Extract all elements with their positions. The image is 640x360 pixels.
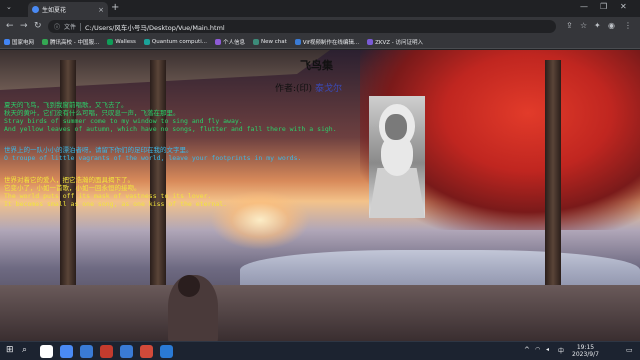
bookmark-favicon-icon: [252, 39, 259, 45]
author-name: 泰戈尔: [314, 84, 342, 94]
taskbar-app-icon[interactable]: [100, 345, 113, 358]
bookmark-item[interactable]: New chat: [252, 39, 287, 45]
poem-line: It becomes small as one song, as one kis…: [4, 200, 228, 208]
wooden-floor: [0, 285, 640, 341]
author-byline: 作者:(印) 泰戈尔: [275, 81, 342, 94]
extension-icon[interactable]: ✦: [594, 21, 601, 30]
bookmark-label: 国家电网: [12, 40, 35, 46]
bookmark-label: New chat: [260, 39, 287, 45]
start-icon[interactable]: ⊞: [6, 345, 14, 355]
bookmark-label: ZKVZ - 访问证明入: [375, 40, 424, 46]
taskbar-app-icon[interactable]: [160, 345, 173, 358]
taskbar-app-icon[interactable]: [60, 345, 73, 358]
bookmark-label: Walless: [115, 39, 136, 45]
profile-icon[interactable]: ◉: [608, 21, 615, 30]
bookmark-item[interactable]: 腾讯高校 - 中国服...: [42, 38, 99, 46]
bookmark-favicon-icon: [294, 39, 301, 45]
portrait-beard: [381, 136, 413, 176]
bookmark-label: Vif视频制作在线编辑...: [302, 40, 360, 46]
search-icon[interactable]: ⌕: [22, 345, 27, 355]
portrait-face: [385, 114, 407, 140]
maximize-icon[interactable]: ❐: [600, 2, 607, 11]
clock-time: 19:15: [576, 344, 595, 351]
bookmark-item[interactable]: Walless: [107, 39, 136, 45]
share-icon[interactable]: ⇪: [566, 21, 573, 30]
poem-line: O troupe of little vagrants of the world…: [4, 154, 302, 162]
bookmark-label: Quantum computi...: [151, 39, 207, 45]
taskbar-app-icon[interactable]: [120, 345, 133, 358]
poem-block: 夏天的飞鸟，飞到我窗前唱歌，又飞去了。 秋天的黄叶，它们没有什么可唱，只叹息一声…: [4, 101, 337, 133]
bookmark-label: 个人信息: [222, 40, 245, 46]
clock-date: 2023/9/7: [572, 351, 599, 358]
bookmark-item[interactable]: ZKVZ - 访问证明入: [367, 38, 423, 46]
bookmarks-bar: 国家电网 腾讯高校 - 中国服... Walless Quantum computi.…: [0, 36, 640, 49]
info-icon[interactable]: ⓘ: [54, 22, 60, 31]
address-bar[interactable]: ⓘ 文件 C:/Users/风车小号马/Desktop/Vue/Main.htm…: [48, 20, 556, 33]
bookmark-favicon-icon: [4, 39, 10, 45]
new-tab-button[interactable]: +: [111, 2, 119, 13]
poem-line: 世界对着它的爱人，把它浩瀚的面具揭下了。: [4, 176, 134, 184]
bookmark-item[interactable]: Vif视频制作在线编辑...: [294, 38, 360, 46]
poem-line: 它变小了，小如一首歌，小如一回永恒的接吻。: [4, 184, 141, 192]
volume-icon[interactable]: ◂: [546, 346, 549, 353]
poem-line: 夏天的飞鸟，飞到我窗前唱歌，又飞去了。: [4, 101, 128, 109]
bookmark-favicon-icon: [42, 39, 49, 45]
page-title: 飞鸟集: [300, 59, 333, 72]
reload-icon[interactable]: ↻: [34, 21, 42, 31]
taskbar-app-icon[interactable]: [140, 345, 153, 358]
url-text[interactable]: C:/Users/风车小号马/Desktop/Vue/Main.html: [85, 22, 225, 32]
tab-main[interactable]: 生如夏花 ×: [28, 2, 108, 17]
bookmark-favicon-icon: [107, 39, 114, 45]
author-prefix: 作者:(印): [275, 84, 313, 94]
tray-chevron-icon[interactable]: ^: [524, 346, 530, 354]
poem-line: The world puts off its mask of vastness …: [4, 192, 212, 200]
page-favicon-icon: [32, 6, 39, 13]
taskbar: ⊞ ⌕ ^ ◠ ◂ 中 19:15 2023/9/7 ▭: [0, 341, 640, 360]
taskbar-app-icon[interactable]: [80, 345, 93, 358]
toolbar: ← → ↻ ⓘ 文件 C:/Users/风车小号马/Desktop/Vue/Ma…: [0, 17, 640, 36]
notification-icon[interactable]: ▭: [626, 346, 633, 354]
star-icon[interactable]: ☆: [580, 21, 587, 30]
bookmark-item[interactable]: Quantum computi...: [143, 39, 207, 45]
address-divider: [80, 22, 82, 31]
poem-line: 世界上的一队小小的漂泊者呀，请留下你们的足印在我的文字里。: [4, 146, 193, 154]
tab-search-icon[interactable]: ⌄: [6, 3, 12, 11]
wifi-icon[interactable]: ◠: [535, 346, 540, 353]
poem-line: 秋天的黄叶，它们没有什么可唱，只叹息一声，飞落在那里。: [4, 109, 180, 117]
poem-block: 世界上的一队小小的漂泊者呀，请留下你们的足印在我的文字里。 O troupe o…: [4, 146, 301, 162]
input-language[interactable]: 中: [558, 346, 564, 355]
system-clock[interactable]: 19:15 2023/9/7: [572, 344, 599, 358]
poem-line: And yellow leaves of autumn, which have …: [4, 125, 337, 133]
tab-close-icon[interactable]: ×: [98, 6, 104, 14]
poem-block: 世界对着它的爱人，把它浩瀚的面具揭下了。 它变小了，小如一首歌，小如一回永恒的接…: [4, 176, 227, 208]
page-content: 飞鸟集 作者:(印) 泰戈尔 夏天的飞鸟，飞到我窗前唱歌，又飞去了。 秋天的黄叶…: [0, 50, 640, 341]
bookmark-favicon-icon: [367, 39, 374, 45]
tab-bar: ⌄ 生如夏花 × + — ❐ ✕: [0, 0, 640, 17]
bookmark-favicon-icon: [143, 39, 150, 45]
tab-title: 生如夏花: [42, 7, 67, 14]
back-icon[interactable]: ←: [6, 21, 14, 31]
bookmark-label: 腾讯高校 - 中国服...: [50, 40, 100, 46]
pavilion-post: [545, 60, 561, 300]
address-label: 文件: [64, 24, 77, 31]
taskbar-app-icon[interactable]: [40, 345, 53, 358]
minimize-icon[interactable]: —: [580, 2, 588, 11]
bookmark-item[interactable]: 个人信息: [214, 38, 245, 46]
bookmark-favicon-icon: [214, 39, 221, 45]
girl-head: [178, 275, 200, 297]
bookmark-item[interactable]: 国家电网: [4, 38, 34, 46]
window-close-icon[interactable]: ✕: [620, 2, 627, 11]
poem-line: Stray birds of summer come to my window …: [4, 117, 243, 125]
forward-icon[interactable]: →: [20, 21, 28, 31]
author-portrait: [369, 96, 425, 218]
menu-icon[interactable]: ⋮: [624, 21, 632, 30]
